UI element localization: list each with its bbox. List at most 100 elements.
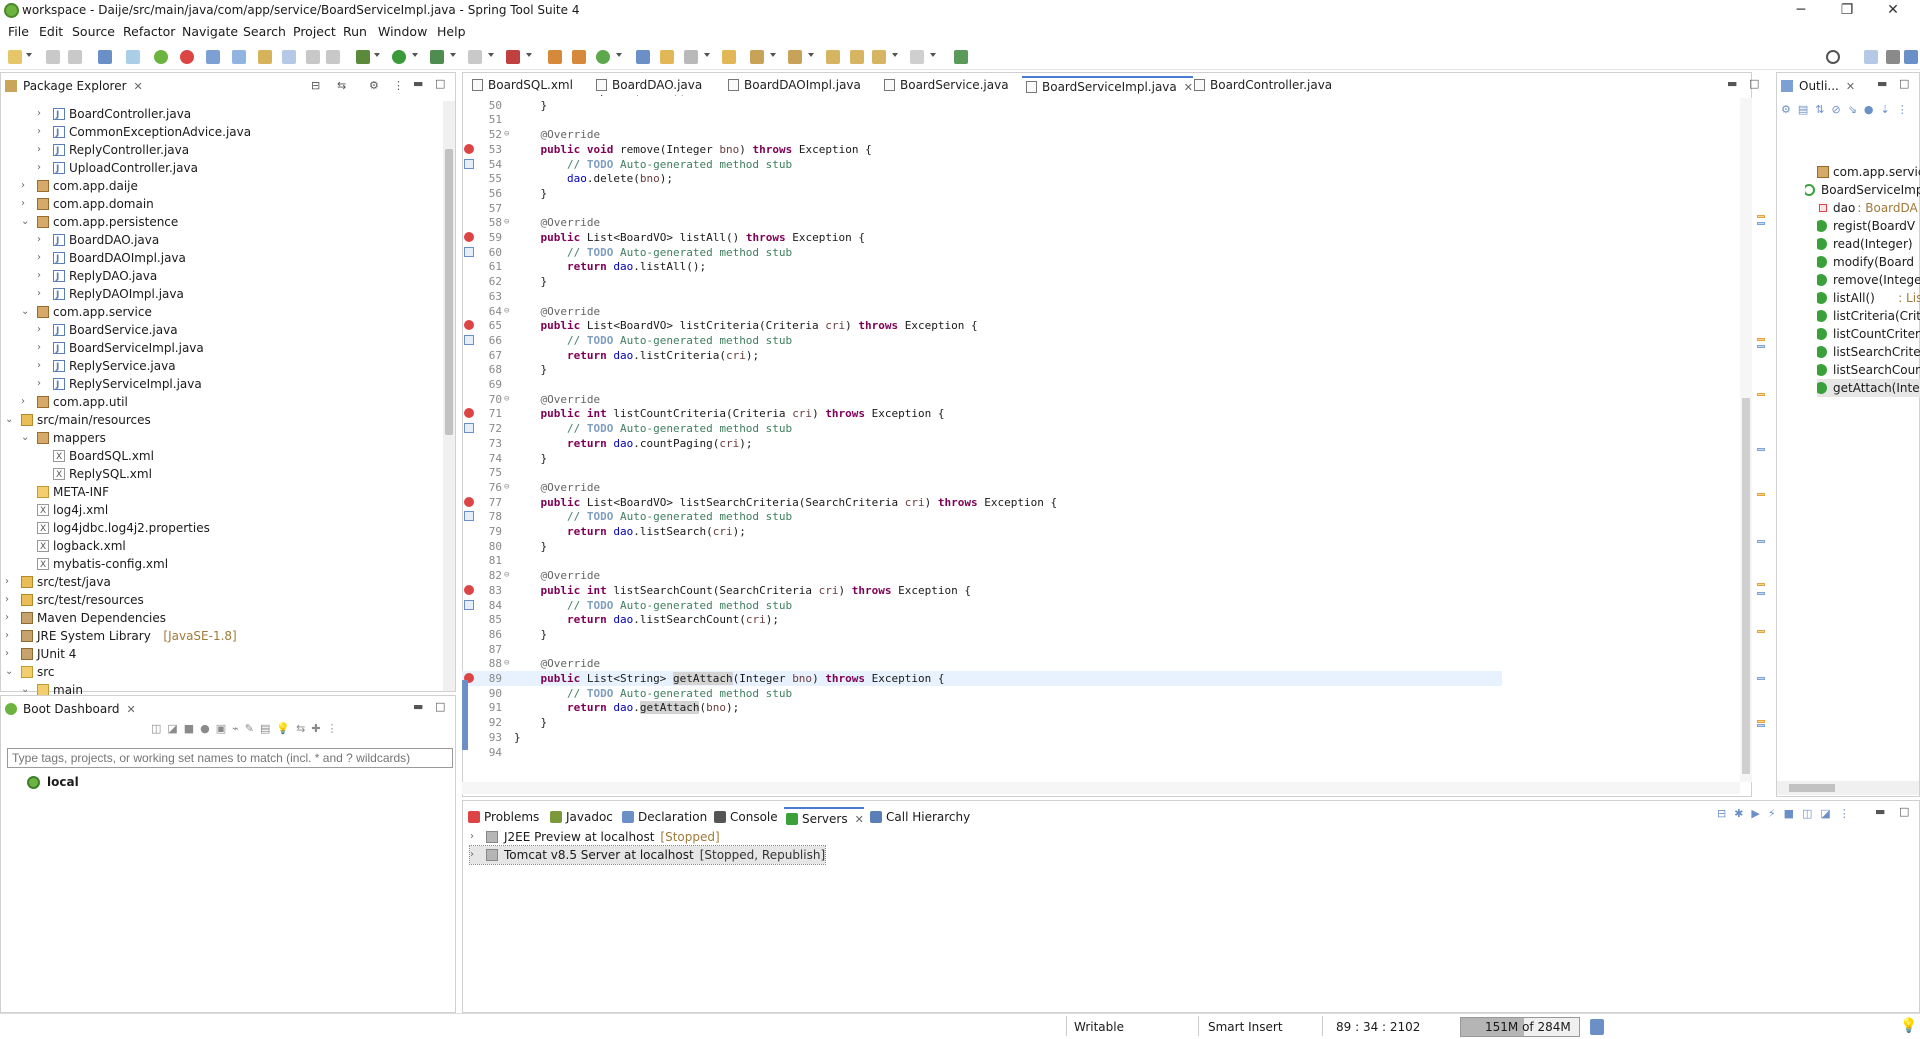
- outline-item[interactable]: regist(BoardV: [1817, 217, 1920, 235]
- override-marker-icon[interactable]: [464, 232, 474, 242]
- chevron-right-icon[interactable]: ›: [5, 609, 15, 627]
- overview-marker[interactable]: [1757, 592, 1765, 595]
- menu-search[interactable]: Search: [243, 24, 286, 39]
- external-tools-icon[interactable]: [506, 50, 520, 64]
- chevron-right-icon[interactable]: ›: [21, 177, 31, 195]
- task-marker-icon[interactable]: [464, 158, 474, 169]
- debug-icon[interactable]: [356, 50, 370, 64]
- outline-item[interactable]: listCriteria(Crit: [1817, 307, 1920, 325]
- code-line[interactable]: 56 }: [462, 186, 1502, 201]
- code-line[interactable]: 66 // TODO Auto-generated method stub: [462, 333, 1502, 348]
- new-boot-project-icon[interactable]: [572, 50, 586, 64]
- server-row[interactable]: › J2EE Preview at localhost [Stopped]: [470, 828, 720, 846]
- code-line[interactable]: 52 ⊖ @Override: [462, 127, 1502, 142]
- back-icon[interactable]: [872, 50, 886, 64]
- maximize-button[interactable]: ❐: [1824, 0, 1870, 22]
- tab-call-hierarchy[interactable]: Call Hierarchy: [868, 807, 970, 827]
- code-line[interactable]: 85 return dao.listSearchCount(cri);: [462, 612, 1502, 627]
- code-line[interactable]: 51: [462, 112, 1502, 127]
- outline-item[interactable]: com.app.service: [1817, 163, 1920, 181]
- code-line[interactable]: 77 public List<BoardVO> listSearchCriter…: [462, 495, 1502, 510]
- editor-tab[interactable]: BoardDAO.java: [592, 76, 702, 96]
- last-edit-location-icon[interactable]: [826, 50, 840, 64]
- close-icon[interactable]: ✕: [855, 813, 864, 826]
- code-line[interactable]: 74 }: [462, 451, 1502, 466]
- chevron-down-icon[interactable]: ⌄: [5, 663, 15, 681]
- editor-tab[interactable]: BoardServiceImpl.java ✕: [1022, 76, 1193, 96]
- menu-run[interactable]: Run: [343, 24, 367, 39]
- overview-marker[interactable]: [1757, 345, 1765, 348]
- code-line[interactable]: 58 ⊖ @Override: [462, 215, 1502, 230]
- tree-scrollbar[interactable]: [443, 101, 455, 691]
- overview-marker[interactable]: [1757, 215, 1765, 218]
- minimize-view-icon[interactable]: ▬: [1727, 77, 1737, 90]
- editor-horizontal-scrollbar[interactable]: [462, 782, 1740, 794]
- code-line[interactable]: 84 // TODO Auto-generated method stub: [462, 598, 1502, 613]
- code-line[interactable]: 60 // TODO Auto-generated method stub: [462, 245, 1502, 260]
- new-icon[interactable]: [8, 50, 22, 64]
- task-marker-icon[interactable]: [464, 246, 474, 257]
- minimize-view-icon[interactable]: ▬: [413, 700, 423, 713]
- chevron-right-icon[interactable]: ›: [21, 195, 31, 213]
- open-type-icon[interactable]: [206, 50, 220, 64]
- code-line[interactable]: 68 }: [462, 362, 1502, 377]
- toggle-mark-icon[interactable]: [232, 50, 246, 64]
- prev-edit-dropdown-icon[interactable]: [808, 53, 814, 57]
- editor-vertical-scrollbar[interactable]: [1740, 98, 1752, 782]
- scrollbar-thumb[interactable]: [445, 149, 453, 435]
- chevron-right-icon[interactable]: ›: [37, 105, 47, 123]
- new-dropdown-icon[interactable]: [26, 53, 32, 57]
- fold-icon[interactable]: ⊖: [504, 392, 509, 407]
- forward-history-icon[interactable]: [850, 50, 864, 64]
- close-button[interactable]: ✕: [1870, 0, 1916, 22]
- chevron-down-icon[interactable]: ⌄: [5, 411, 15, 429]
- chevron-right-icon[interactable]: ›: [37, 123, 47, 141]
- tab-console[interactable]: Console: [712, 807, 778, 827]
- open-console-icon[interactable]: [98, 50, 112, 64]
- chevron-down-icon[interactable]: ⌄: [21, 303, 31, 321]
- outline-item[interactable]: listAll(): List<: [1817, 289, 1920, 307]
- menu-navigate[interactable]: Navigate: [182, 24, 238, 39]
- overview-marker[interactable]: [1757, 540, 1765, 543]
- code-line[interactable]: 89 public List<String> getAttach(Integer…: [462, 671, 1502, 686]
- code-line[interactable]: 63: [462, 289, 1502, 304]
- skip-breakpoints-icon[interactable]: [126, 50, 140, 64]
- chevron-right-icon[interactable]: ›: [21, 393, 31, 411]
- code-line[interactable]: 70 ⊖ @Override: [462, 392, 1502, 407]
- code-line[interactable]: 92 }: [462, 715, 1502, 730]
- pin-editor-icon[interactable]: [954, 50, 968, 64]
- boot-dashboard-toolbar[interactable]: ◫◪■●▣⌁✎▤💡⇆✚⋮: [151, 722, 451, 738]
- outline-item[interactable]: remove(Intege: [1817, 271, 1920, 289]
- task-marker-icon[interactable]: [464, 423, 474, 434]
- menu-project[interactable]: Project: [293, 24, 336, 39]
- run-dropdown-icon[interactable]: [412, 53, 418, 57]
- chevron-down-icon[interactable]: ⌄: [21, 429, 31, 447]
- view-menu-icon[interactable]: ⋮: [393, 79, 404, 92]
- code-line[interactable]: 79 return dao.listSearch(cri);: [462, 524, 1502, 539]
- collapse-all-icon[interactable]: ⊟: [311, 79, 320, 92]
- outline-item[interactable]: listSearchCoun: [1817, 361, 1920, 379]
- chevron-right-icon[interactable]: ›: [5, 627, 15, 645]
- next-edit-dropdown-icon[interactable]: [770, 53, 776, 57]
- menu-refactor[interactable]: Refactor: [123, 24, 175, 39]
- task-marker-icon[interactable]: [464, 599, 474, 610]
- chevron-right-icon[interactable]: ›: [37, 267, 47, 285]
- garbage-collect-icon[interactable]: [1590, 1019, 1604, 1035]
- java-perspective-icon[interactable]: [1904, 50, 1918, 64]
- chevron-right-icon[interactable]: ›: [470, 828, 480, 846]
- override-marker-icon[interactable]: [464, 143, 474, 154]
- overview-marker[interactable]: [1757, 222, 1765, 225]
- server-row[interactable]: › Tomcat v8.5 Server at localhost [Stopped…: [468, 845, 827, 865]
- outline-item[interactable]: listCountCriter: [1817, 325, 1920, 343]
- outline-item[interactable]: getAttach(Inte: [1817, 379, 1920, 397]
- boot-dashboard-icon[interactable]: [154, 50, 168, 64]
- chevron-right-icon[interactable]: ›: [37, 159, 47, 177]
- next-edit-icon[interactable]: [750, 50, 764, 64]
- code-line[interactable]: 82 ⊖ @Override: [462, 568, 1502, 583]
- code-line[interactable]: 59 public List<BoardVO> listAll() throws…: [462, 230, 1502, 245]
- outline-item[interactable]: dao: BoardDA: [1817, 199, 1920, 217]
- close-icon[interactable]: ✕: [127, 703, 136, 716]
- search-icon[interactable]: [1826, 50, 1840, 64]
- tab-boot-dashboard[interactable]: Boot Dashboard ✕: [1, 698, 136, 720]
- block-selection-icon[interactable]: [306, 50, 320, 64]
